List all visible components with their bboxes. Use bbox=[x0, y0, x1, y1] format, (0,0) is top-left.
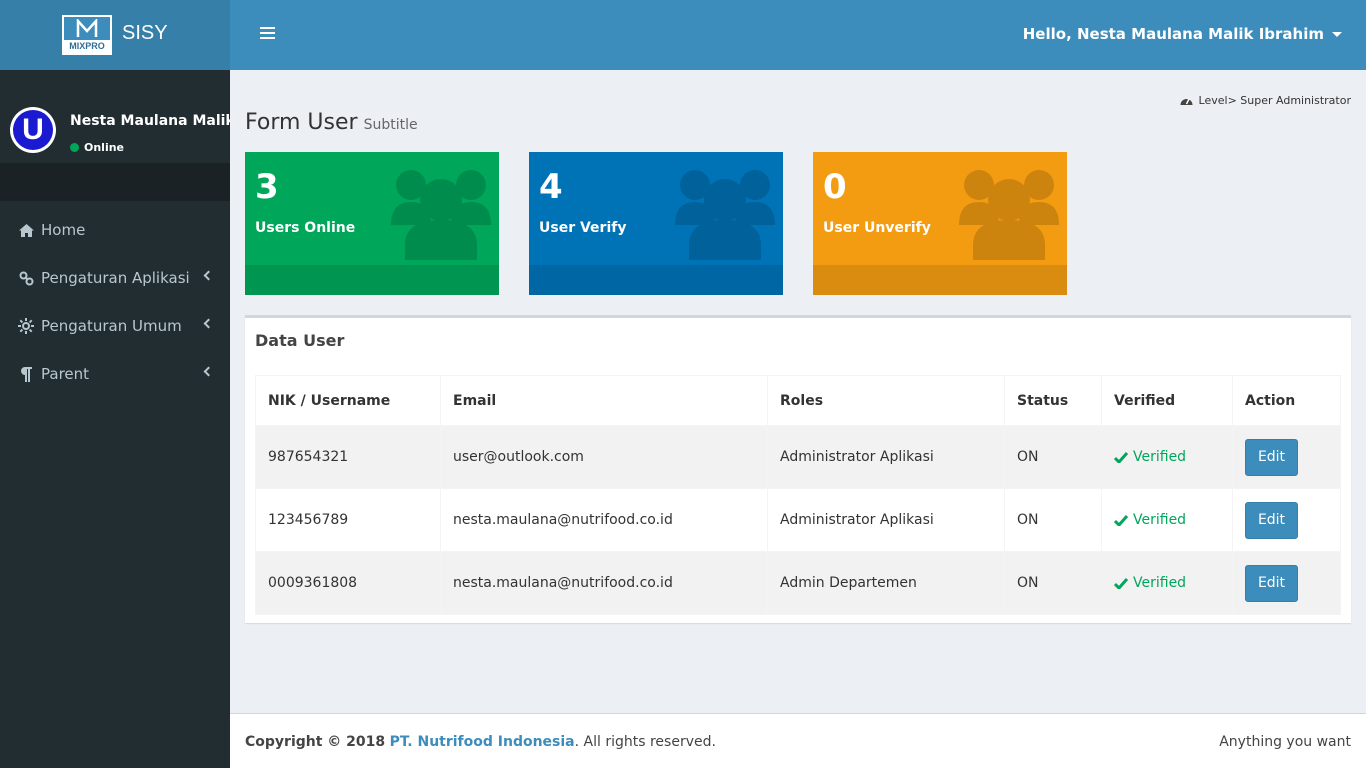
logo-area[interactable]: MIXPRO SISY bbox=[0, 0, 230, 70]
link-icon bbox=[18, 270, 34, 286]
edit-button[interactable]: Edit bbox=[1245, 564, 1298, 602]
cell-status: ON bbox=[1004, 488, 1102, 552]
cell-status: ON bbox=[1004, 551, 1102, 615]
check-icon bbox=[1114, 514, 1128, 526]
sidebar-toggle-icon[interactable] bbox=[260, 27, 275, 41]
footer-tagline: Anything you want bbox=[1219, 734, 1351, 750]
box-title: Data User bbox=[255, 331, 345, 350]
sidebar-item-label: Parent bbox=[41, 365, 90, 383]
logo-m-icon bbox=[76, 19, 98, 37]
top-navbar: Hello, Nesta Maulana Malik Ibrahim bbox=[230, 0, 1366, 70]
paragraph-icon bbox=[18, 366, 34, 382]
users-icon bbox=[959, 170, 1059, 260]
avatar: U bbox=[10, 107, 56, 153]
footer-copyright: Copyright © 2018 PT. Nutrifood Indonesia… bbox=[245, 734, 716, 750]
user-level: Level> Super Administrator bbox=[1180, 94, 1351, 107]
stat-value: 3 bbox=[255, 167, 279, 207]
table-row: 123456789 nesta.maulana@nutrifood.co.id … bbox=[255, 488, 1341, 552]
stat-box-users-online: 3 Users Online bbox=[245, 152, 499, 295]
stat-box-user-unverify: 0 User Unverify bbox=[813, 152, 1067, 295]
column-header[interactable]: Verified bbox=[1101, 375, 1233, 426]
mixpro-logo: MIXPRO bbox=[62, 15, 112, 55]
cell-verified: Verified bbox=[1101, 488, 1233, 552]
sidebar-item-label: Pengaturan Umum bbox=[41, 317, 182, 335]
check-icon bbox=[1114, 577, 1128, 589]
stat-more-info-link[interactable] bbox=[529, 265, 783, 295]
home-icon bbox=[18, 222, 34, 238]
page-subtitle: Subtitle bbox=[363, 117, 418, 133]
edit-button[interactable]: Edit bbox=[1245, 438, 1298, 476]
chevron-left-icon bbox=[203, 318, 214, 329]
cell-verified: Verified bbox=[1101, 551, 1233, 615]
check-icon bbox=[1114, 451, 1128, 463]
stat-value: 0 bbox=[823, 167, 847, 207]
table-header-row: NIK / Username Email Roles Status Verifi… bbox=[255, 375, 1341, 426]
stat-label: Users Online bbox=[255, 220, 356, 236]
user-greeting: Hello, Nesta Maulana Malik Ibrahim bbox=[1022, 25, 1324, 43]
stat-label: User Verify bbox=[539, 220, 627, 236]
edit-button[interactable]: Edit bbox=[1245, 501, 1298, 539]
users-icon bbox=[675, 170, 775, 260]
logo-text-mixpro: MIXPRO bbox=[64, 40, 110, 53]
stat-label: User Unverify bbox=[823, 220, 931, 236]
sidebar-item-parent[interactable]: Parent bbox=[0, 350, 230, 398]
cell-status: ON bbox=[1004, 425, 1102, 489]
data-user-box: Data User NIK / Username Email Roles Sta… bbox=[245, 315, 1351, 623]
user-panel: U Nesta Maulana Malik Ibrahim Online bbox=[0, 70, 230, 163]
cell-role: Administrator Aplikasi bbox=[767, 488, 1005, 552]
company-link[interactable]: PT. Nutrifood Indonesia bbox=[390, 734, 575, 750]
sidebar: U Nesta Maulana Malik Ibrahim Online Hom… bbox=[0, 70, 230, 768]
cell-nik: 123456789 bbox=[255, 488, 441, 552]
stat-more-info-link[interactable] bbox=[245, 265, 499, 295]
sidebar-item-pengaturan-aplikasi[interactable]: Pengaturan Aplikasi bbox=[0, 254, 230, 302]
cell-nik: 987654321 bbox=[255, 425, 441, 489]
footer: Copyright © 2018 PT. Nutrifood Indonesia… bbox=[230, 713, 1366, 768]
cell-verified: Verified bbox=[1101, 425, 1233, 489]
user-name: Nesta Maulana Malik Ibrahim bbox=[70, 113, 230, 129]
users-icon bbox=[391, 170, 491, 260]
user-menu-dropdown[interactable]: Hello, Nesta Maulana Malik Ibrahim bbox=[1023, 25, 1342, 43]
sidebar-item-label: Pengaturan Aplikasi bbox=[41, 269, 190, 287]
column-header[interactable]: Action bbox=[1232, 375, 1341, 426]
table-row: 0009361808 nesta.maulana@nutrifood.co.id… bbox=[255, 551, 1341, 615]
user-table: NIK / Username Email Roles Status Verifi… bbox=[255, 375, 1341, 615]
stat-value: 4 bbox=[539, 167, 563, 207]
page-title: Form User Subtitle bbox=[245, 110, 418, 135]
user-status: Online bbox=[70, 141, 124, 154]
cell-nik: 0009361808 bbox=[255, 551, 441, 615]
column-header[interactable]: Email bbox=[440, 375, 768, 426]
sidebar-divider bbox=[0, 163, 230, 201]
cell-email: nesta.maulana@nutrifood.co.id bbox=[440, 488, 768, 552]
sidebar-item-home[interactable]: Home bbox=[0, 206, 230, 254]
cell-email: nesta.maulana@nutrifood.co.id bbox=[440, 551, 768, 615]
cell-action: Edit bbox=[1232, 488, 1341, 552]
caret-down-icon bbox=[1332, 31, 1342, 37]
stat-more-info-link[interactable] bbox=[813, 265, 1067, 295]
sidebar-item-label: Home bbox=[41, 221, 86, 239]
dashboard-icon bbox=[1180, 98, 1193, 105]
app-name: SISY bbox=[122, 22, 168, 44]
online-dot-icon bbox=[70, 143, 79, 152]
cell-role: Admin Departemen bbox=[767, 551, 1005, 615]
sidebar-item-pengaturan-umum[interactable]: Pengaturan Umum bbox=[0, 302, 230, 350]
cell-role: Administrator Aplikasi bbox=[767, 425, 1005, 489]
column-header[interactable]: Roles bbox=[767, 375, 1005, 426]
cell-action: Edit bbox=[1232, 425, 1341, 489]
column-header[interactable]: Status bbox=[1004, 375, 1102, 426]
table-row: 987654321 user@outlook.com Administrator… bbox=[255, 425, 1341, 489]
settings-icon bbox=[18, 318, 34, 334]
column-header[interactable]: NIK / Username bbox=[255, 375, 441, 426]
cell-email: user@outlook.com bbox=[440, 425, 768, 489]
stat-box-user-verify: 4 User Verify bbox=[529, 152, 783, 295]
chevron-left-icon bbox=[203, 270, 214, 281]
cell-action: Edit bbox=[1232, 551, 1341, 615]
sidebar-menu: Home Pengaturan Aplikasi Pengaturan Umum… bbox=[0, 206, 230, 398]
chevron-left-icon bbox=[203, 366, 214, 377]
